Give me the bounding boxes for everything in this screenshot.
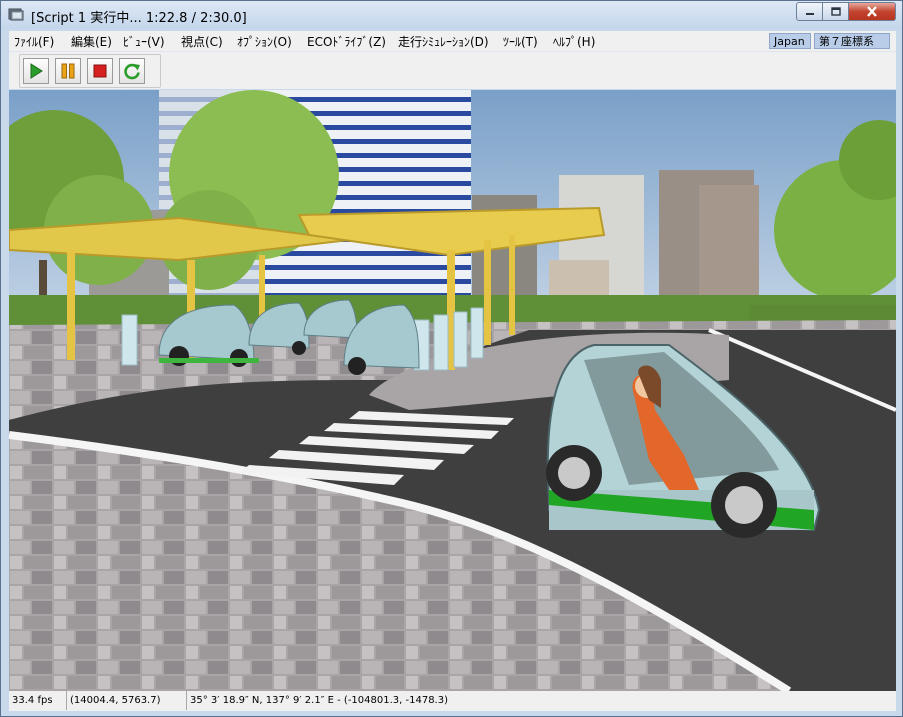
maximize-button[interactable] [823, 2, 849, 21]
close-button[interactable] [849, 2, 896, 21]
simulation-scene [9, 90, 896, 691]
app-window-icon [8, 8, 24, 21]
menu-tools[interactable]: ﾂｰﾙ(T) [503, 33, 538, 50]
fps-readout: 33.4 fps [9, 691, 67, 710]
maximize-icon [830, 7, 841, 16]
menu-eco-drive[interactable]: ECOﾄﾞﾗｲﾌﾞ(Z) [307, 33, 386, 50]
menu-driving-simulation[interactable]: 走行ｼﾐｭﾚｰｼｮﾝ(D) [398, 33, 489, 50]
playback-controls [19, 54, 161, 88]
window-controls [796, 2, 896, 22]
close-icon [867, 6, 877, 17]
menu-viewpoint[interactable]: 視点(C) [181, 33, 223, 50]
loop-icon [124, 63, 140, 80]
pause-button[interactable] [55, 58, 81, 84]
menu-file[interactable]: ﾌｧｲﾙ(F) [14, 33, 54, 50]
play-icon [30, 63, 43, 79]
toolbar [9, 52, 896, 89]
app-window: [Script 1 実行中... 1:22.8 / 2:30.0] ﾌｧｲﾙ(F… [0, 0, 903, 717]
region-indicator: Japan [769, 33, 811, 49]
window-title: [Script 1 実行中... 1:22.8 / 2:30.0] [31, 11, 247, 26]
title-bar[interactable]: [Script 1 実行中... 1:22.8 / 2:30.0] [1, 1, 902, 29]
menu-edit[interactable]: 編集(E) [71, 33, 112, 50]
loop-button[interactable] [119, 58, 145, 84]
menu-view[interactable]: ﾋﾞｭｰ(V) [123, 33, 165, 50]
3d-viewport[interactable] [9, 90, 896, 691]
menu-options[interactable]: ｵﾌﾟｼｮﾝ(O) [237, 33, 292, 50]
position-readout: (14004.4, 5763.7) [67, 691, 187, 710]
stop-button[interactable] [87, 58, 113, 84]
coordinate-system-indicator: 第７座標系 [814, 33, 890, 49]
minimize-button[interactable] [796, 2, 823, 21]
stop-icon [93, 64, 107, 78]
minimize-icon [805, 12, 814, 15]
geo-coordinates-readout: 35° 3′ 18.9″ N, 137° 9′ 2.1″ E - (-10480… [190, 695, 448, 706]
pause-icon [61, 63, 75, 79]
menu-bar: ﾌｧｲﾙ(F) 編集(E) ﾋﾞｭｰ(V) 視点(C) ｵﾌﾟｼｮﾝ(O) EC… [9, 31, 896, 52]
play-button[interactable] [23, 58, 49, 84]
menu-help[interactable]: ﾍﾙﾌﾟ(H) [553, 33, 595, 50]
status-bar: 33.4 fps (14004.4, 5763.7) 35° 3′ 18.9″ … [9, 691, 896, 711]
